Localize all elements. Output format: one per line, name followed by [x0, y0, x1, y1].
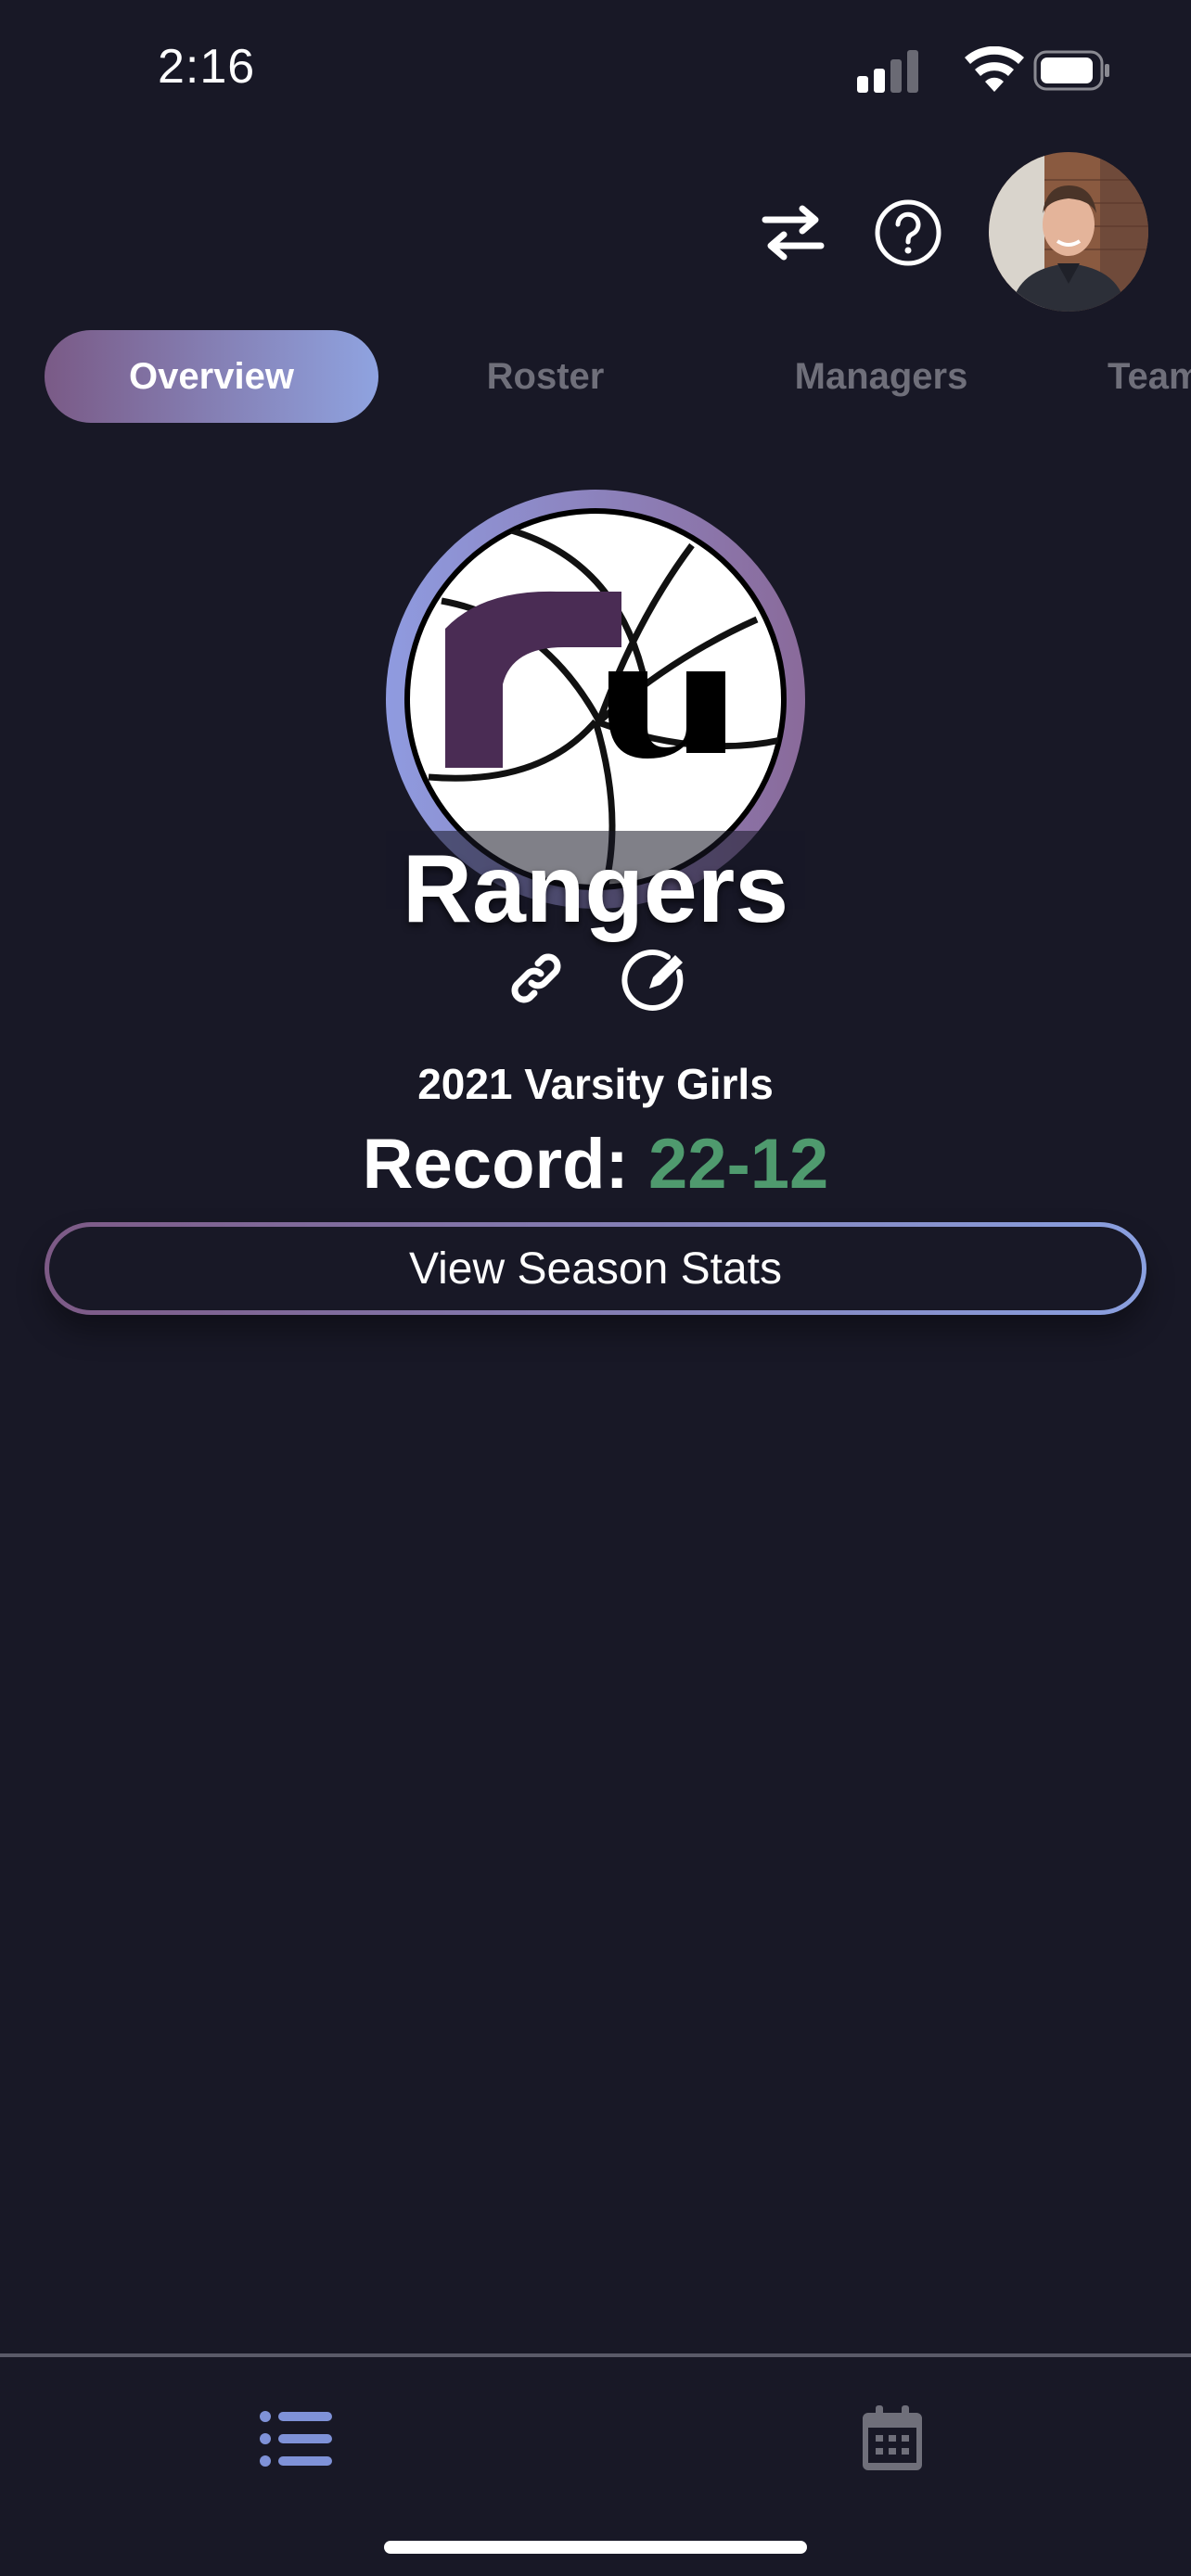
wifi-icon [965, 46, 1024, 92]
swap-arrows-icon[interactable] [756, 199, 830, 264]
status-indicators [857, 46, 1109, 93]
list-icon[interactable] [260, 2409, 334, 2468]
avatar-image [989, 152, 1148, 312]
tab-team[interactable]: Team [1076, 330, 1191, 423]
bottom-nav-divider [0, 2353, 1191, 2357]
question-circle-icon[interactable] [872, 197, 944, 269]
tab-managers[interactable]: Managers [742, 330, 1020, 423]
battery-icon [1033, 50, 1109, 91]
view-season-stats-label: View Season Stats [49, 1227, 1142, 1310]
season-label: 2021 Varsity Girls [417, 1060, 774, 1108]
record-value: 22-12 [647, 1125, 829, 1204]
tab-roster[interactable]: Roster [416, 330, 675, 423]
view-season-stats-button[interactable]: View Season Stats [45, 1222, 1146, 1315]
user-avatar[interactable] [989, 152, 1148, 312]
edit-icon[interactable] [621, 946, 686, 1011]
calendar-icon[interactable] [863, 2405, 922, 2470]
cellular-signal-icon [857, 50, 918, 93]
team-record: Record: 22-12 [0, 1124, 1191, 1205]
tab-overview[interactable]: Overview [45, 330, 378, 423]
team-name: Rangers [402, 835, 789, 943]
record-label: Record: [362, 1125, 629, 1204]
status-time: 2:16 [158, 40, 256, 94]
home-indicator [384, 2541, 807, 2554]
link-icon[interactable] [506, 948, 567, 1009]
